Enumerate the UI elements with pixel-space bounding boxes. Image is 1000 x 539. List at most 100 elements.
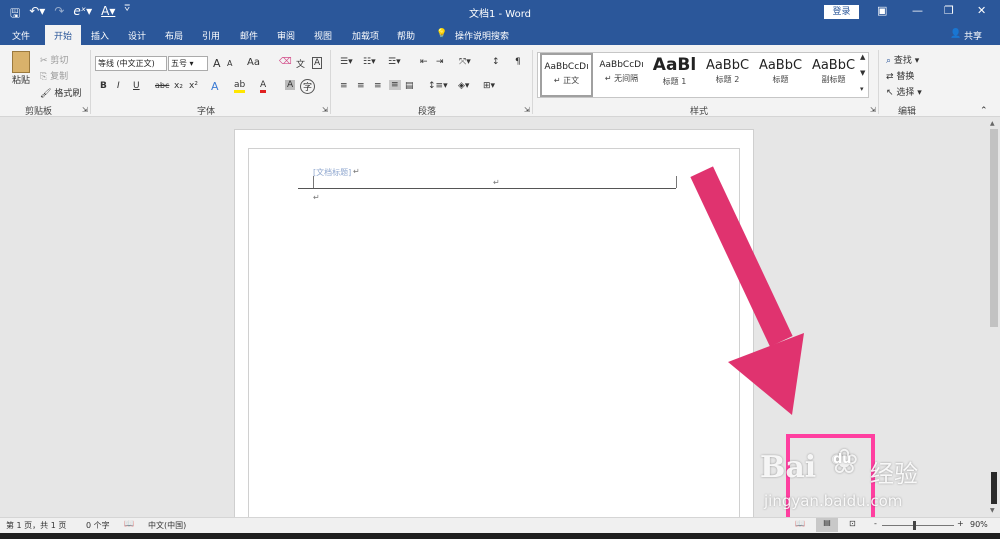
sort-icon[interactable]: ↕ — [492, 57, 500, 67]
tab-help[interactable]: 帮助 — [397, 29, 415, 42]
italic-button[interactable]: I — [117, 81, 120, 91]
cut-button[interactable]: ✂ 剪切 — [40, 53, 68, 66]
bold-button[interactable]: B — [100, 81, 107, 91]
restore-icon[interactable]: ❐ — [944, 4, 954, 17]
replace-button[interactable]: ⇄ 替换 — [886, 69, 914, 82]
distributed-icon[interactable]: ▤ — [405, 81, 414, 91]
print-layout-icon[interactable]: ▤ — [816, 518, 838, 532]
style-heading-2[interactable]: AaBbC 标题 2 — [701, 53, 754, 97]
zoom-level[interactable]: 90% — [970, 520, 988, 529]
web-layout-icon[interactable]: ⊡ — [849, 519, 856, 528]
style-normal[interactable]: AaBbCcDı ↵ 正文 — [540, 53, 593, 97]
login-button[interactable]: 登录 — [824, 5, 859, 19]
phonetic-guide-icon[interactable]: 文 — [296, 57, 305, 70]
vertical-scrollbar[interactable]: ▲ ▼ — [988, 117, 1000, 517]
multilevel-list-icon[interactable]: ☲▾ — [388, 57, 401, 67]
bullets-icon[interactable]: ☰▾ — [340, 57, 353, 67]
underline-button[interactable]: U — [133, 81, 140, 91]
zoom-slider[interactable] — [882, 521, 954, 530]
word-count[interactable]: 0 个字 — [86, 520, 110, 531]
numbering-icon[interactable]: ☷▾ — [363, 57, 376, 67]
font-name-combo[interactable]: 等线 (中文正文) — [95, 56, 167, 71]
paste-button[interactable]: 粘贴 — [9, 51, 33, 86]
paragraph-launcher-icon[interactable]: ⇲ — [524, 106, 530, 114]
clear-format-icon[interactable]: ⌫ — [279, 57, 292, 67]
zoom-out-button[interactable]: - — [874, 519, 877, 528]
show-marks-icon[interactable]: ¶ — [515, 57, 521, 67]
shading-icon[interactable]: ◈▾ — [458, 81, 469, 91]
font-color-icon[interactable]: A — [260, 80, 267, 93]
style-name: 标题 1 — [662, 77, 687, 86]
borders-icon[interactable]: ⊞▾ — [483, 81, 495, 91]
font-launcher-icon[interactable]: ⇲ — [322, 106, 328, 114]
language-indicator[interactable]: 中文(中国) — [148, 520, 186, 531]
styles-group-label: 样式 — [690, 107, 709, 117]
collapse-ribbon-icon[interactable]: ⌃ — [980, 106, 988, 116]
scroll-thumb[interactable] — [990, 129, 998, 327]
find-button[interactable]: ⌕ 查找 ▾ — [886, 53, 919, 66]
align-center-icon[interactable]: ≡ — [357, 81, 365, 91]
tab-addins[interactable]: 加载项 — [352, 29, 379, 42]
decrease-indent-icon[interactable]: ⇤ — [420, 57, 428, 67]
highlight-icon[interactable]: ab — [234, 80, 246, 93]
style-subtitle[interactable]: AaBbC 副标题 — [807, 53, 860, 97]
clipboard-launcher-icon[interactable]: ⇲ — [82, 106, 88, 114]
close-icon[interactable]: ✕ — [977, 4, 986, 17]
char-border-icon[interactable]: A — [312, 57, 323, 69]
style-no-spacing[interactable]: AaBbCcDı ↵ 无间隔 — [595, 53, 648, 97]
grow-font-button[interactable]: A — [213, 57, 221, 70]
scroll-up-arrow[interactable]: ▲ — [990, 120, 995, 127]
tab-review[interactable]: 审阅 — [277, 29, 295, 42]
zoom-slider-thumb[interactable] — [913, 521, 916, 530]
ribbon-display-options-icon[interactable]: ▣ — [877, 4, 887, 17]
styles-scroll-up-icon[interactable]: ▲ — [860, 53, 865, 61]
strikethrough-button[interactable]: abc — [155, 81, 169, 90]
proofing-icon[interactable]: 📖 — [124, 519, 134, 528]
tab-insert[interactable]: 插入 — [91, 29, 109, 42]
increase-indent-icon[interactable]: ⇥ — [436, 57, 444, 67]
align-left-icon[interactable]: ≡ — [340, 81, 348, 91]
cursor-icon: ↖ — [886, 88, 894, 98]
page-count[interactable]: 第 1 页，共 1 页 — [6, 520, 66, 531]
document-page[interactable]: [文档标题] ↵ ↵ ↵ — [234, 129, 754, 530]
styles-more-icon[interactable]: ▾ — [860, 85, 864, 93]
tab-mailings[interactable]: 邮件 — [240, 29, 258, 42]
taskbar-edge — [0, 533, 1000, 539]
tab-design[interactable]: 设计 — [128, 29, 146, 42]
minimize-icon[interactable]: — — [912, 4, 923, 17]
style-name: ↵ 正文 — [553, 76, 580, 85]
shrink-font-button[interactable]: A — [227, 59, 232, 68]
tell-me-search[interactable]: 操作说明搜索 — [455, 29, 509, 42]
share-button[interactable]: 共享 — [964, 29, 982, 42]
zoom-in-button[interactable]: + — [957, 519, 964, 528]
read-mode-icon[interactable]: 📖 — [795, 519, 805, 528]
style-heading-1[interactable]: AaBl 标题 1 — [648, 53, 701, 97]
tab-references[interactable]: 引用 — [202, 29, 220, 42]
user-icon[interactable]: 👤 — [950, 29, 961, 39]
select-button[interactable]: ↖ 选择 ▾ — [886, 85, 922, 98]
line-spacing-icon[interactable]: ↕≡▾ — [428, 81, 448, 91]
change-case-button[interactable]: Aa — [247, 57, 260, 68]
tab-file[interactable]: 文件 — [12, 29, 30, 42]
font-size-combo[interactable]: 五号 ▾ — [168, 56, 208, 71]
text-effects-icon[interactable]: A — [211, 80, 219, 93]
scroll-down-arrow[interactable]: ▼ — [990, 507, 995, 514]
style-title[interactable]: AaBbC 标题 — [754, 53, 807, 97]
align-right-icon[interactable]: ≡ — [374, 81, 382, 91]
style-preview: AaBbCcDı — [599, 60, 644, 70]
styles-scroll-down-icon[interactable]: ▼ — [860, 69, 865, 77]
editing-group-label: 编辑 — [898, 107, 917, 117]
copy-button[interactable]: ⎘ 复制 — [40, 69, 68, 82]
justify-icon[interactable]: ≡ — [389, 80, 401, 90]
char-shading-icon[interactable]: A — [285, 80, 296, 90]
tab-view[interactable]: 视图 — [314, 29, 332, 42]
tab-home[interactable]: 开始 — [45, 25, 82, 45]
format-painter-button[interactable]: 🖌 格式刷 — [40, 86, 81, 99]
enclose-char-icon[interactable]: 字 — [300, 79, 316, 94]
subscript-button[interactable]: x₂ — [174, 81, 183, 91]
superscript-button[interactable]: x² — [189, 81, 198, 91]
asian-layout-icon[interactable]: ⤧▾ — [459, 57, 471, 67]
styles-launcher-icon[interactable]: ⇲ — [870, 106, 876, 114]
header-title-field[interactable]: [文档标题] — [313, 167, 351, 178]
tab-layout[interactable]: 布局 — [165, 29, 183, 42]
